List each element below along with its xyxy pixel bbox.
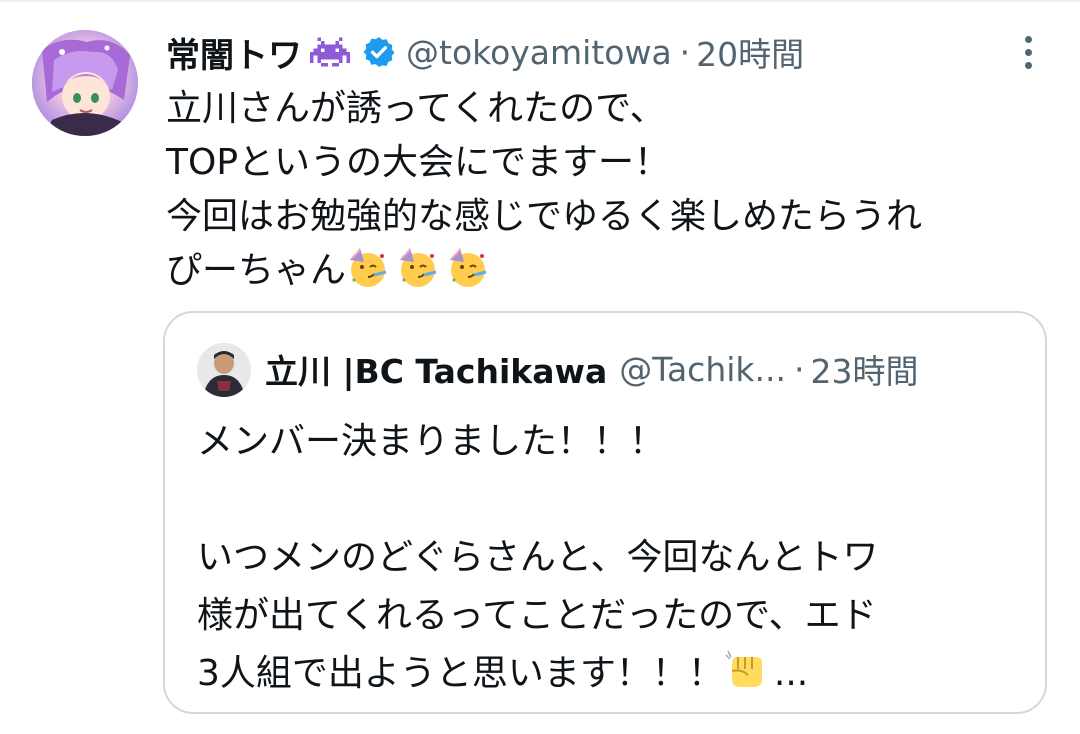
tweet-text-line: 今回はお勉強的な感じでゆるく楽しめたらうれ [166,196,923,237]
tweet[interactable]: 常闇トワ @tokoyamitowa · 20時間 立川さんが誘ってくれたので、… [0,0,1080,734]
quoted-text-line: 3人組で出ようと思います！！！ [197,653,724,694]
divider [0,0,1080,2]
quoted-tweet-card[interactable]: 立川 |BC Tachikawa @Tachik... · 23時間 メンバー決… [163,311,1047,714]
tweet-text: 立川さんが誘ってくれたので、 TOPというの大会にでますー！ 今回はお勉強的な感… [166,82,1066,298]
tweet-text-line: ぴーちゃん [166,250,347,291]
display-name[interactable]: 常闇トワ [166,28,302,77]
quoted-timestamp[interactable]: 23時間 [811,345,919,393]
avatar-image [32,30,138,136]
separator-dot: · [794,349,805,389]
quoted-text-line-last: 3人組で出ようと思います！！！ ... [197,645,1027,703]
avatar[interactable] [32,30,138,136]
partying-face-icon [350,248,387,287]
quoted-header: 立川 |BC Tachikawa @Tachik... · 23時間 [265,341,919,397]
partying-face-icon [450,248,487,287]
alien-monster-icon [310,35,350,69]
handle[interactable]: @tokoyamitowa [406,33,672,72]
timestamp[interactable]: 20時間 [696,28,804,76]
quoted-text: メンバー決まりました！！！ いつメンのどぐらさんと、今回なんとトワ 様が出てくれ… [197,413,1027,703]
more-vertical-icon [1024,35,1032,43]
ellipsis: ... [773,653,809,694]
verified-badge-icon[interactable] [362,35,396,69]
quoted-display-name[interactable]: 立川 |BC Tachikawa [265,345,607,393]
oncoming-fist-icon [725,650,762,687]
tweet-text-line: TOPというの大会にでますー！ [166,142,671,183]
partying-face-icon [400,248,437,287]
quoted-text-line: メンバー決まりました！！！ [197,421,666,462]
more-options-button[interactable] [1008,30,1048,74]
separator-dot: · [679,32,691,72]
quoted-avatar-image [197,343,251,397]
tweet-header: 常闇トワ @tokoyamitowa · 20時間 [166,24,804,80]
quoted-text-line [197,471,1027,529]
quoted-text-line: 様が出てくれるってことだったので、エド [197,595,877,636]
tweet-text-line-last: ぴーちゃん [166,244,1066,298]
quoted-handle[interactable]: @Tachik... [619,350,786,389]
tweet-text-line: 立川さんが誘ってくれたので、 [166,88,666,129]
quoted-text-line: いつメンのどぐらさんと、今回なんとトワ [197,537,879,578]
quoted-avatar[interactable] [197,343,251,397]
